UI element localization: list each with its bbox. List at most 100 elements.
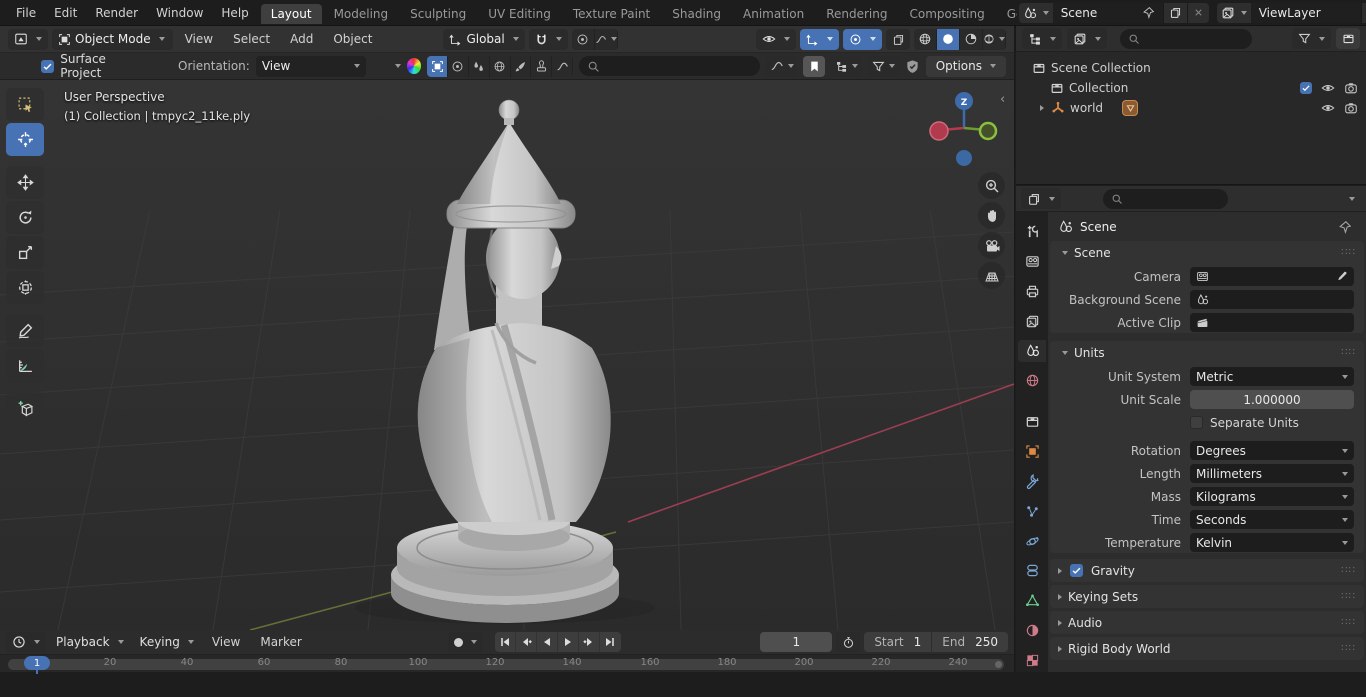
tab-constraints[interactable] <box>1018 559 1046 582</box>
move-tool[interactable] <box>6 166 44 199</box>
next-keyframe-button[interactable] <box>579 632 600 652</box>
frame-end-field[interactable]: End 250 <box>931 632 1008 652</box>
frame-start-field[interactable]: Start 1 <box>864 632 932 652</box>
previous-keyframe-button[interactable] <box>516 632 537 652</box>
use-preview-range-toggle[interactable] <box>836 631 861 653</box>
panel-grip-icon[interactable]: ∷∷ <box>1341 591 1356 602</box>
shading-rendered-button[interactable] <box>983 28 1006 50</box>
units-panel-header[interactable]: Units ∷∷ <box>1050 341 1364 364</box>
scene-panel-header[interactable]: Scene ∷∷ <box>1050 241 1364 264</box>
workspace-tab-shading[interactable]: Shading <box>662 4 731 24</box>
menu-select[interactable]: Select <box>225 30 278 48</box>
editor-type-button[interactable] <box>8 28 48 50</box>
weight-paint-icon[interactable] <box>490 55 511 77</box>
active-clip-field[interactable] <box>1190 313 1354 332</box>
options-dropdown[interactable]: Options <box>925 55 1007 77</box>
perspective-toggle-button[interactable] <box>978 262 1005 289</box>
viewlayer-name-field[interactable]: ViewLayer <box>1250 2 1361 23</box>
outliner-editor-type-button[interactable] <box>1022 28 1062 49</box>
jump-to-start-button[interactable] <box>495 632 516 652</box>
tab-render[interactable] <box>1018 250 1046 273</box>
outliner-row-world-object[interactable]: world <box>1018 98 1364 118</box>
tool-fallback-chevron-icon[interactable] <box>394 64 401 68</box>
outliner-row-scene-collection[interactable]: Scene Collection <box>1018 58 1364 78</box>
tab-texture[interactable] <box>1018 649 1046 672</box>
zoom-button[interactable] <box>978 172 1005 199</box>
proportional-edit-toggle[interactable] <box>572 28 595 50</box>
play-button[interactable] <box>558 632 579 652</box>
outliner-display-mode-button[interactable] <box>1067 28 1107 49</box>
gizmos-toggle[interactable] <box>800 28 839 50</box>
background-scene-field[interactable] <box>1190 290 1354 309</box>
object-visibility-dropdown[interactable] <box>756 28 796 50</box>
tab-world[interactable] <box>1018 369 1046 392</box>
vertex-paint-icon[interactable] <box>469 55 490 77</box>
unit-system-dropdown[interactable]: Metric <box>1190 367 1354 386</box>
matcap-sphere-icon[interactable] <box>406 58 422 74</box>
tab-output[interactable] <box>1018 280 1046 303</box>
panel-grip-icon[interactable]: ∷∷ <box>1341 643 1356 654</box>
workspace-tab-geometry-nodes[interactable]: Geometry Noc <box>997 4 1017 24</box>
gravity-panel-header[interactable]: Gravity ∷∷ <box>1050 559 1364 582</box>
current-frame-field[interactable]: 1 <box>760 632 833 652</box>
timeline-marker-menu[interactable]: Marker <box>252 633 309 651</box>
outliner-sync-button[interactable] <box>830 55 862 77</box>
tab-physics[interactable] <box>1018 530 1046 553</box>
menu-add[interactable]: Add <box>282 30 321 48</box>
render-visibility-toggle[interactable] <box>1344 81 1358 95</box>
workspace-tab-sculpting[interactable]: Sculpting <box>400 4 476 24</box>
scene-new-button[interactable] <box>1162 2 1187 23</box>
panel-grip-icon[interactable]: ∷∷ <box>1341 247 1356 258</box>
add-cube-tool[interactable] <box>6 392 44 425</box>
mass-dropdown[interactable]: Kilograms <box>1190 487 1354 506</box>
collection-exclude-checkbox[interactable] <box>1300 82 1312 94</box>
workspace-tab-compositing[interactable]: Compositing <box>899 4 994 24</box>
menu-window[interactable]: Window <box>148 4 211 22</box>
camera-view-button[interactable] <box>978 232 1005 259</box>
proportional-falloff-button[interactable] <box>595 28 618 50</box>
camera-field[interactable] <box>1190 267 1354 286</box>
eyedropper-icon[interactable] <box>1335 270 1348 283</box>
cursor-orientation-dropdown[interactable]: View <box>255 55 366 77</box>
cursor-tool[interactable] <box>6 123 44 156</box>
playback-menu[interactable]: Playback <box>50 632 130 653</box>
scrollbar-handle[interactable] <box>995 661 1002 668</box>
menu-object[interactable]: Object <box>325 30 380 48</box>
jump-to-end-button[interactable] <box>600 632 621 652</box>
tab-material[interactable] <box>1018 619 1046 642</box>
scene-name-field[interactable]: Scene <box>1052 2 1163 23</box>
annotate-tool[interactable] <box>6 314 44 347</box>
play-reverse-button[interactable] <box>537 632 558 652</box>
audio-panel-header[interactable]: Audio ∷∷ <box>1050 611 1364 634</box>
length-dropdown[interactable]: Millimeters <box>1190 464 1354 483</box>
temperature-dropdown[interactable]: Kelvin <box>1190 533 1354 552</box>
keying-menu[interactable]: Keying <box>134 632 200 653</box>
rigid-body-world-panel-header[interactable]: Rigid Body World ∷∷ <box>1050 637 1364 660</box>
tab-collection[interactable] <box>1018 410 1046 433</box>
tab-tool[interactable] <box>1018 220 1046 243</box>
shading-material-button[interactable] <box>960 28 983 50</box>
workspace-tab-layout[interactable]: Layout <box>260 3 322 24</box>
pose-mode-icon[interactable] <box>552 55 574 77</box>
viewport-search-input[interactable] <box>579 56 761 76</box>
overlays-toggle[interactable] <box>843 28 882 50</box>
shading-solid-button[interactable] <box>937 28 960 50</box>
rotate-tool[interactable] <box>6 201 44 234</box>
properties-options-chevron[interactable] <box>1349 196 1355 201</box>
tab-particles[interactable] <box>1018 500 1046 523</box>
viewlayer-new-button[interactable] <box>1360 2 1366 23</box>
surface-project-checkbox[interactable] <box>41 59 55 73</box>
separate-units-checkbox[interactable] <box>1190 416 1203 429</box>
expand-arrow-icon[interactable] <box>1040 105 1044 111</box>
panel-divider[interactable] <box>1014 26 1015 672</box>
scale-tool[interactable] <box>6 236 44 269</box>
pin-icon[interactable] <box>1142 6 1155 19</box>
xray-toggle[interactable] <box>886 28 910 50</box>
texture-paint-icon[interactable] <box>511 55 532 77</box>
rotation-dropdown[interactable]: Degrees <box>1190 441 1354 460</box>
timeline-scrollbar[interactable] <box>8 659 1004 670</box>
tab-view-layer[interactable] <box>1018 310 1046 333</box>
auto-keying-toggle[interactable] <box>447 631 483 653</box>
viewport-3d[interactable]: User Perspective (1) Collection | tmpyc2… <box>0 80 1014 630</box>
timeline-view-menu[interactable]: View <box>204 633 248 651</box>
